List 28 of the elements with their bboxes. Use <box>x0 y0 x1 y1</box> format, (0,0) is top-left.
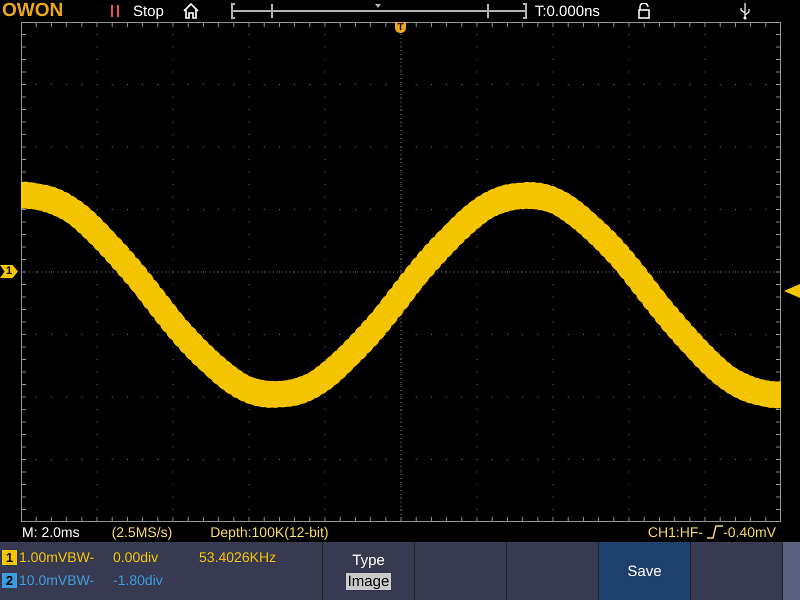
channel-scale: 10.0mVBW- <box>19 572 96 588</box>
lock-icon <box>638 3 650 19</box>
channel-number: 1 <box>2 550 17 564</box>
trigger-level-arrow-icon <box>784 284 800 298</box>
trigger-time: T:0.000ns <box>534 2 600 20</box>
trigger-source-label: CH1:HF- <box>648 524 704 540</box>
frequency-readout: 53.4026KHz <box>199 549 276 565</box>
softkey-button[interactable]: Save <box>599 542 691 600</box>
channel-offset: 0.00div <box>113 549 160 565</box>
brand-logo: OWON <box>2 1 64 21</box>
run-state: Stop <box>133 2 164 20</box>
rising-edge-icon <box>707 525 724 539</box>
channel-marker: 1 <box>0 265 18 278</box>
softkey-label: Save <box>627 562 662 580</box>
usb-icon <box>740 2 750 20</box>
softkey-value: Image <box>346 573 392 590</box>
sample-rate-label: (2.5MS/s) <box>112 524 172 540</box>
channel-scale: 1.00mVBW- <box>19 549 96 565</box>
home-icon[interactable] <box>182 2 200 20</box>
trigger-level-label: -0.40mV <box>723 524 776 540</box>
pause-icon <box>110 4 120 18</box>
softkey-label: Type <box>352 552 385 569</box>
memory-depth-label: Depth:100K(12-bit) <box>210 524 329 540</box>
trigger-position-marker: T <box>395 22 406 33</box>
side-panel <box>783 542 800 600</box>
channel-offset: -1.80div <box>113 572 164 588</box>
channel-number: 2 <box>2 572 17 588</box>
timebase-label: M: 2.0ms <box>22 524 80 540</box>
